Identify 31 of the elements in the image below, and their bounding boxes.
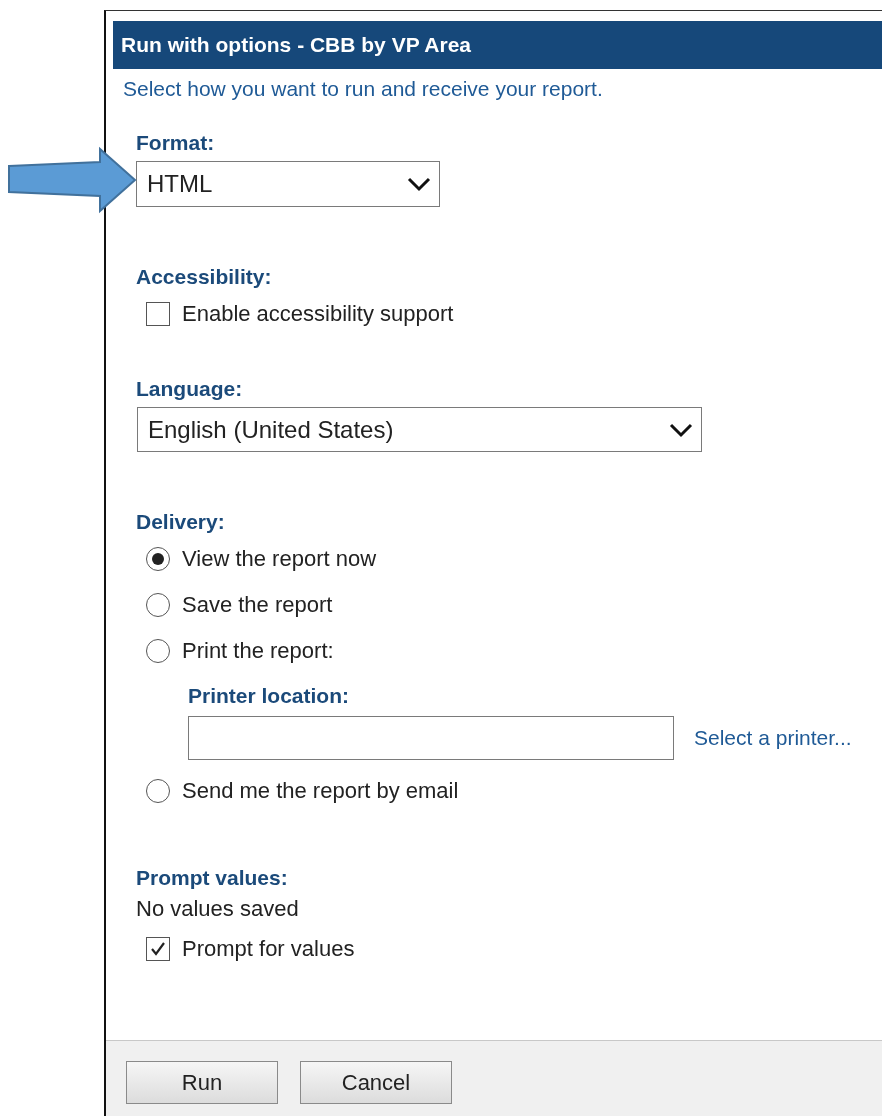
option-label[interactable]: Save the report <box>182 592 333 618</box>
field-label: Language: <box>136 376 244 401</box>
option-label[interactable]: View the report now <box>182 546 377 572</box>
field-label: Accessibility: <box>136 264 273 289</box>
status-text: No values saved <box>136 896 300 923</box>
subtitle: Select how you want to run and receive your report. <box>123 77 604 102</box>
radio-button[interactable] <box>146 547 170 571</box>
field-label: Printer location: <box>188 683 351 708</box>
chevron-icon <box>669 421 693 438</box>
option-label[interactable]: Enable accessibility support <box>182 301 454 327</box>
field-label: Delivery: <box>136 509 226 534</box>
option-label[interactable]: Prompt for values <box>182 936 355 962</box>
radio-button[interactable] <box>146 779 170 803</box>
dialog-button[interactable]: Run <box>126 1061 278 1104</box>
chevron-icon <box>407 176 431 192</box>
select-printer-link[interactable]: Select a printer... <box>694 726 852 750</box>
text-field[interactable] <box>188 716 674 760</box>
dropdown[interactable]: English (United States) <box>137 407 702 452</box>
checkbox[interactable] <box>146 937 170 961</box>
check-icon <box>149 940 167 958</box>
radio-button[interactable] <box>146 639 170 663</box>
dialog-title: Run with options - CBB by VP Area <box>113 21 882 69</box>
arrow-icon <box>6 146 138 214</box>
radio-button[interactable] <box>146 593 170 617</box>
option-label[interactable]: Print the report: <box>182 638 334 664</box>
field-label: Format: <box>136 130 216 155</box>
dialog-button[interactable]: Cancel <box>300 1061 452 1104</box>
dropdown[interactable]: HTML <box>136 161 440 207</box>
option-label[interactable]: Send me the report by email <box>182 778 459 804</box>
checkbox[interactable] <box>146 302 170 326</box>
field-label: Prompt values: <box>136 865 289 890</box>
